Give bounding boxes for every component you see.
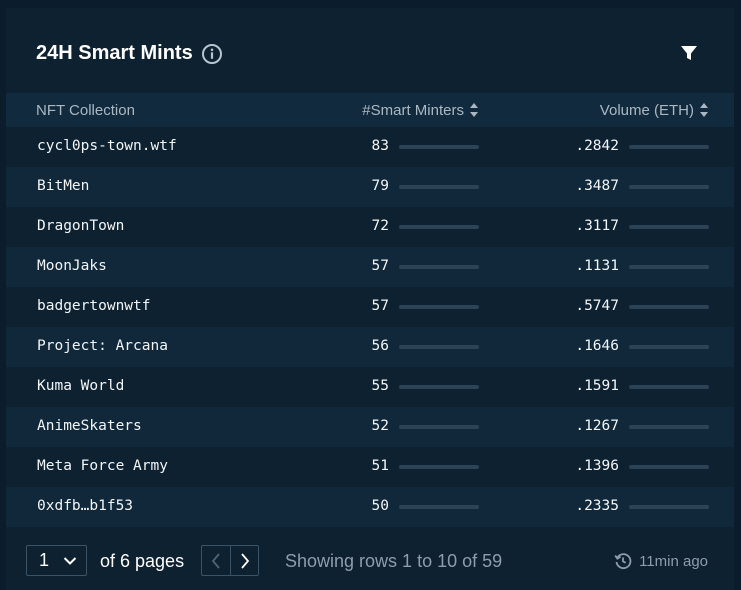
volume-eth: .2842 — [575, 138, 619, 154]
collection-name[interactable]: Project: Arcana — [37, 338, 168, 354]
table-header: NFT Collection #Smart Minters Volume (ET… — [6, 93, 734, 127]
volume-eth: .1591 — [575, 378, 619, 394]
smart-minters-bar — [399, 345, 479, 349]
table-body: cycl0ps-town.wtf 83 .2842 BitMen 79 .3487 Drag… — [6, 127, 734, 527]
column-header-minters[interactable]: #Smart Minters — [362, 102, 479, 119]
volume-bar — [629, 345, 709, 349]
volume-eth: .1646 — [575, 338, 619, 354]
smart-minters-count: 55 — [371, 378, 389, 394]
column-header-name: NFT Collection — [36, 101, 135, 119]
volume-eth: .1396 — [575, 458, 619, 474]
collection-name[interactable]: BitMen — [37, 178, 89, 194]
last-updated: 11min ago — [614, 552, 708, 570]
smart-mints-card: 24H Smart Mints NFT Collection #Smart Mi… — [6, 8, 734, 590]
smart-minters-count: 50 — [371, 498, 389, 514]
collection-name[interactable]: 0xdfb…b1f53 — [37, 498, 133, 514]
next-page-button[interactable] — [230, 545, 259, 576]
page-select[interactable]: 1 — [26, 545, 87, 576]
table-row[interactable]: DragonTown 72 .3117 — [6, 207, 734, 247]
smart-minters-count: 83 — [371, 138, 389, 154]
collection-name[interactable]: badgertownwtf — [37, 298, 151, 314]
smart-minters-count: 72 — [371, 218, 389, 234]
smart-minters-count: 57 — [371, 298, 389, 314]
volume-bar — [629, 505, 709, 509]
volume-bar — [629, 305, 709, 309]
table-row[interactable]: Kuma World 55 .1591 — [6, 367, 734, 407]
collection-name[interactable]: Kuma World — [37, 378, 124, 394]
collection-name[interactable]: DragonTown — [37, 218, 124, 234]
volume-eth: .2335 — [575, 498, 619, 514]
chevron-left-icon — [211, 552, 220, 569]
smart-minters-bar — [399, 265, 479, 269]
smart-minters-count: 52 — [371, 418, 389, 434]
column-header-minters-label: #Smart Minters — [362, 101, 464, 119]
collection-name[interactable]: Meta Force Army — [37, 458, 168, 474]
filter-button[interactable] — [680, 44, 698, 62]
sort-icon — [699, 102, 709, 118]
chevron-down-icon — [63, 555, 77, 567]
smart-minters-bar — [399, 225, 479, 229]
smart-minters-bar — [399, 425, 479, 429]
card-title-text: 24H Smart Mints — [36, 42, 193, 64]
collection-name[interactable]: cycl0ps-town.wtf — [37, 138, 177, 154]
column-header-volume[interactable]: Volume (ETH) — [600, 102, 709, 119]
chevron-right-icon — [240, 552, 249, 569]
volume-bar — [629, 145, 709, 149]
table-row[interactable]: MoonJaks 57 .1131 — [6, 247, 734, 287]
info-icon[interactable] — [201, 43, 223, 65]
smart-minters-count: 57 — [371, 258, 389, 274]
table-row[interactable]: Meta Force Army 51 .1396 — [6, 447, 734, 487]
volume-bar — [629, 425, 709, 429]
rows-summary: Showing rows 1 to 10 of 59 — [285, 551, 503, 571]
volume-bar — [629, 185, 709, 189]
collection-name[interactable]: MoonJaks — [37, 258, 107, 274]
card-title: 24H Smart Mints — [36, 42, 223, 65]
table-row[interactable]: 0xdfb…b1f53 50 .2335 — [6, 487, 734, 527]
table-footer: 1 of 6 pages Showing rows 1 to 10 of 59 — [6, 532, 734, 590]
smart-minters-count: 79 — [371, 178, 389, 194]
smart-minters-bar — [399, 305, 479, 309]
volume-eth: .5747 — [575, 298, 619, 314]
volume-bar — [629, 465, 709, 469]
volume-bar — [629, 225, 709, 229]
table-row[interactable]: badgertownwtf 57 .5747 — [6, 287, 734, 327]
table-row[interactable]: Project: Arcana 56 .1646 — [6, 327, 734, 367]
smart-minters-bar — [399, 385, 479, 389]
column-header-volume-label: Volume (ETH) — [599, 101, 694, 119]
smart-minters-bar — [399, 145, 479, 149]
page-select-value: 1 — [39, 550, 50, 570]
volume-eth: .3117 — [575, 218, 619, 234]
volume-eth: .3487 — [575, 178, 619, 194]
smart-minters-bar — [399, 185, 479, 189]
card-header: 24H Smart Mints — [6, 8, 734, 93]
table-row[interactable]: cycl0ps-town.wtf 83 .2842 — [6, 127, 734, 167]
previous-page-button[interactable] — [201, 545, 230, 576]
smart-minters-count: 51 — [371, 458, 389, 474]
table-row[interactable]: AnimeSkaters 52 .1267 — [6, 407, 734, 447]
volume-bar — [629, 265, 709, 269]
smart-minters-bar — [399, 465, 479, 469]
last-updated-text: 11min ago — [639, 552, 708, 570]
volume-eth: .1131 — [575, 258, 619, 274]
page-count: of 6 pages — [100, 551, 185, 571]
clock-refresh-icon[interactable] — [614, 552, 632, 570]
pagination — [201, 545, 259, 576]
table-row[interactable]: BitMen 79 .3487 — [6, 167, 734, 207]
volume-bar — [629, 385, 709, 389]
smart-minters-bar — [399, 505, 479, 509]
collection-name[interactable]: AnimeSkaters — [37, 418, 142, 434]
filter-icon — [681, 46, 697, 60]
smart-minters-count: 56 — [371, 338, 389, 354]
sort-icon — [469, 102, 479, 118]
volume-eth: .1267 — [575, 418, 619, 434]
